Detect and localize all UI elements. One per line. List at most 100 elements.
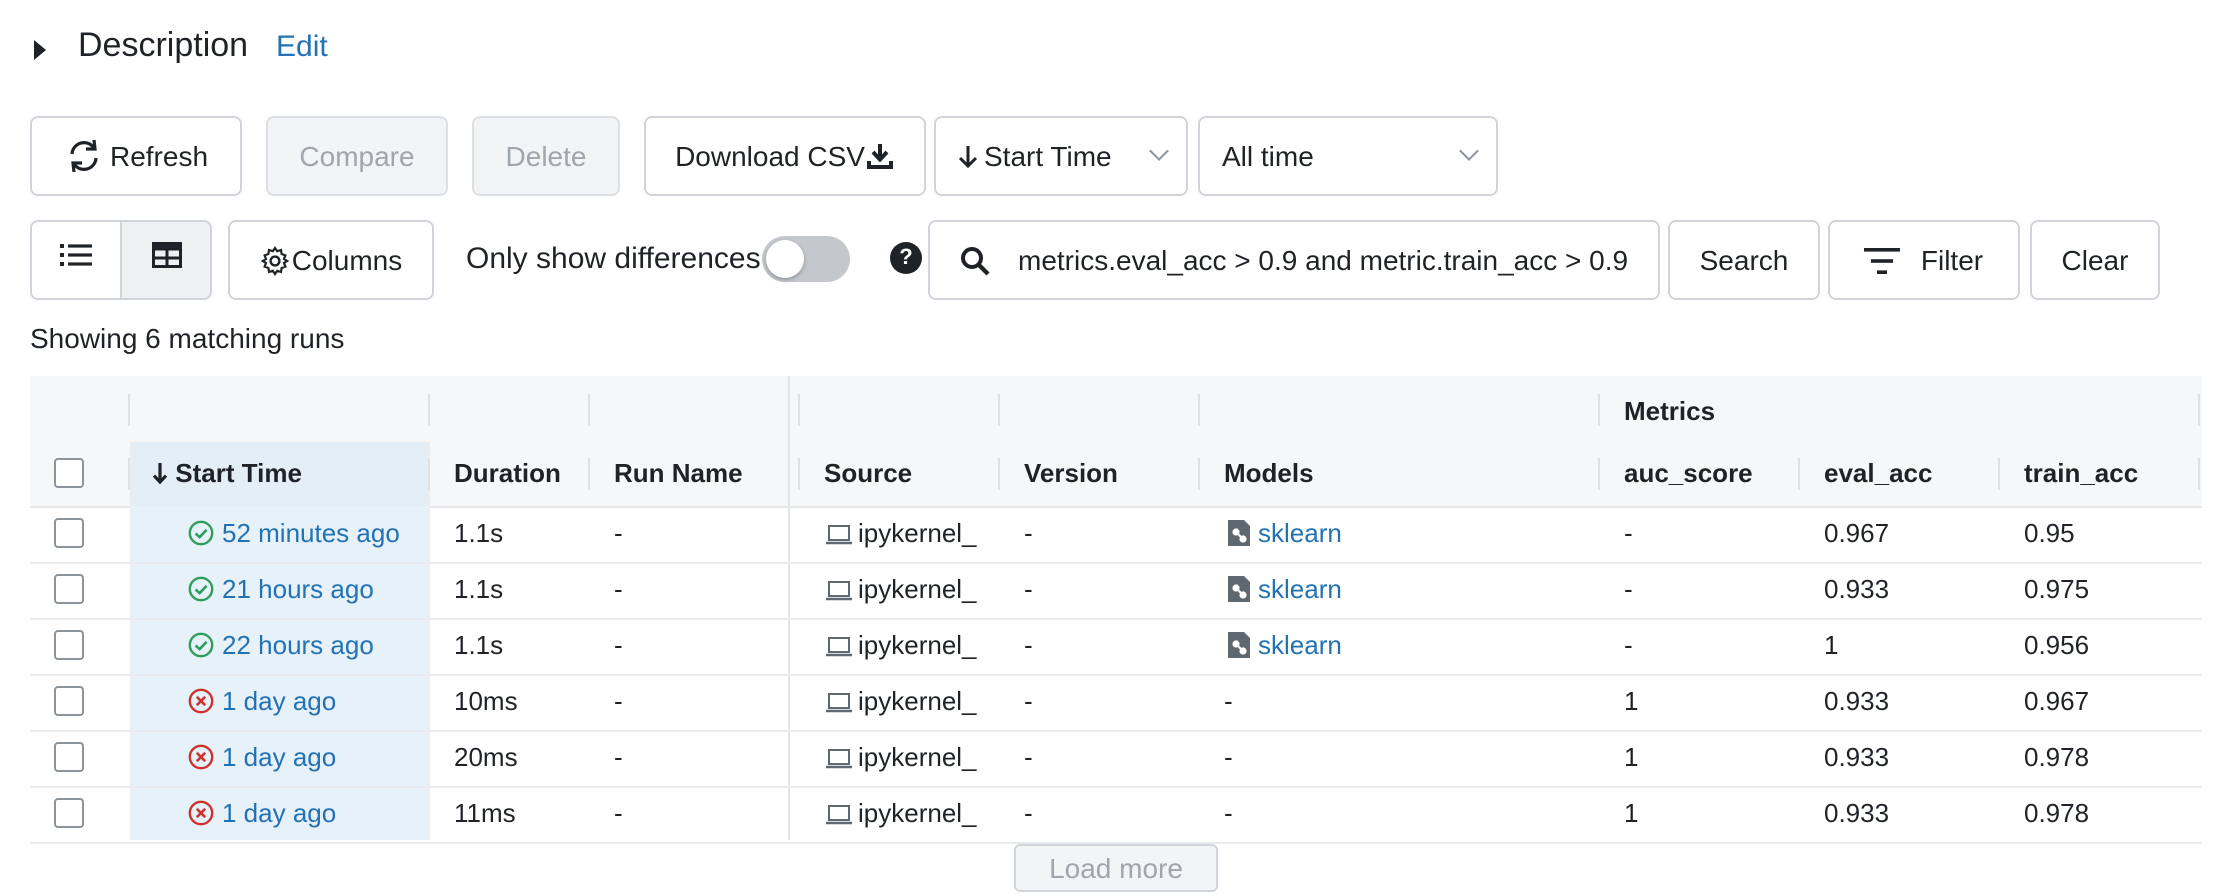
run-start-time-link[interactable]: 1 day ago bbox=[222, 798, 336, 828]
column-header-duration[interactable]: Duration bbox=[454, 458, 561, 488]
table-row[interactable]: 52 minutes ago 1.1s - ipykernel_ - sklea… bbox=[30, 506, 2202, 564]
run-source[interactable]: ipykernel_ bbox=[858, 518, 977, 548]
column-header-run-name[interactable]: Run Name bbox=[614, 458, 743, 488]
time-range-select[interactable]: All time bbox=[1198, 116, 1498, 196]
row-checkbox[interactable] bbox=[54, 798, 84, 828]
header-separator bbox=[1998, 458, 2000, 490]
metric-train-acc: 0.978 bbox=[2024, 742, 2090, 772]
header-separator bbox=[428, 394, 430, 426]
help-icon[interactable]: ? bbox=[890, 242, 922, 274]
run-name: - bbox=[614, 574, 623, 604]
header-separator bbox=[798, 458, 800, 490]
row-checkbox[interactable] bbox=[54, 518, 84, 548]
run-version: - bbox=[1024, 630, 1033, 660]
columns-button[interactable]: Columns bbox=[228, 220, 434, 300]
chevron-down-icon bbox=[1459, 141, 1479, 161]
run-start-time-link[interactable]: 21 hours ago bbox=[222, 574, 374, 604]
table-row[interactable]: 1 day ago 10ms - ipykernel_ - - 1 0.933 … bbox=[30, 674, 2202, 732]
expand-caret-icon[interactable] bbox=[34, 40, 46, 60]
run-start-time-link[interactable]: 22 hours ago bbox=[222, 630, 374, 660]
select-all-checkbox[interactable] bbox=[54, 458, 84, 488]
run-start-time-link[interactable]: 1 day ago bbox=[222, 742, 336, 772]
only-show-differences-toggle[interactable] bbox=[762, 236, 850, 282]
time-range-label: All time bbox=[1222, 140, 1314, 172]
metric-auc-score: - bbox=[1624, 518, 1633, 548]
model-icon bbox=[1228, 576, 1250, 602]
clear-button[interactable]: Clear bbox=[2030, 220, 2160, 300]
failed-status-icon bbox=[188, 744, 214, 770]
run-start-time-link[interactable]: 52 minutes ago bbox=[222, 518, 400, 548]
search-input[interactable] bbox=[1018, 244, 1658, 276]
compare-button[interactable]: Compare bbox=[266, 116, 448, 196]
download-csv-button[interactable]: Download CSV bbox=[644, 116, 926, 196]
columns-label: Columns bbox=[291, 244, 403, 276]
column-header-train-acc[interactable]: train_acc bbox=[2024, 458, 2138, 488]
refresh-button[interactable]: Refresh bbox=[30, 116, 242, 196]
header-separator bbox=[1598, 394, 1600, 426]
load-more-button[interactable]: Load more bbox=[1014, 844, 1218, 892]
run-model: - bbox=[1224, 686, 1233, 716]
run-source[interactable]: ipykernel_ bbox=[858, 686, 977, 716]
laptop-icon bbox=[826, 637, 852, 657]
filter-button[interactable]: Filter bbox=[1828, 220, 2020, 300]
toggle-knob bbox=[766, 240, 804, 278]
delete-button[interactable]: Delete bbox=[472, 116, 620, 196]
row-checkbox[interactable] bbox=[54, 630, 84, 660]
row-checkbox[interactable] bbox=[54, 686, 84, 716]
matching-runs-count: Showing 6 matching runs bbox=[30, 322, 345, 354]
table-group-header-row bbox=[30, 376, 2202, 442]
search-button[interactable]: Search bbox=[1668, 220, 1820, 300]
table-view-button[interactable] bbox=[120, 220, 212, 300]
metric-eval-acc: 0.967 bbox=[1824, 518, 1890, 548]
list-view-button[interactable] bbox=[30, 220, 122, 300]
only-show-differences-label: Only show differences bbox=[466, 242, 761, 276]
column-header-models[interactable]: Models bbox=[1224, 458, 1314, 488]
description-title: Description bbox=[78, 26, 249, 64]
run-source[interactable]: ipykernel_ bbox=[858, 630, 977, 660]
refresh-icon bbox=[64, 138, 104, 174]
column-header-version[interactable]: Version bbox=[1024, 458, 1118, 488]
run-version: - bbox=[1024, 742, 1033, 772]
filter-icon bbox=[1864, 247, 1901, 273]
row-checkbox[interactable] bbox=[54, 574, 84, 604]
run-model-link[interactable]: sklearn bbox=[1258, 630, 1342, 660]
table-row[interactable]: 22 hours ago 1.1s - ipykernel_ - sklearn… bbox=[30, 618, 2202, 676]
header-separator bbox=[588, 394, 590, 426]
run-model-link[interactable]: sklearn bbox=[1258, 574, 1342, 604]
run-model-link[interactable]: sklearn bbox=[1258, 518, 1342, 548]
metric-train-acc: 0.975 bbox=[2024, 574, 2090, 604]
header-separator bbox=[998, 458, 1000, 490]
run-duration: 1.1s bbox=[454, 518, 504, 548]
table-row[interactable]: 1 day ago 20ms - ipykernel_ - - 1 0.933 … bbox=[30, 730, 2202, 788]
column-header-source[interactable]: Source bbox=[824, 458, 912, 488]
run-name: - bbox=[614, 518, 623, 548]
table-row[interactable]: 21 hours ago 1.1s - ipykernel_ - sklearn… bbox=[30, 562, 2202, 620]
edit-description-link[interactable]: Edit bbox=[276, 30, 328, 64]
column-header-auc-score[interactable]: auc_score bbox=[1624, 458, 1753, 488]
metric-auc-score: 1 bbox=[1624, 742, 1639, 772]
column-header-start-time[interactable]: Start Time bbox=[152, 458, 302, 488]
header-separator bbox=[798, 394, 800, 426]
run-source[interactable]: ipykernel_ bbox=[858, 798, 977, 828]
run-source[interactable]: ipykernel_ bbox=[858, 574, 977, 604]
run-name: - bbox=[614, 742, 623, 772]
run-source[interactable]: ipykernel_ bbox=[858, 742, 977, 772]
search-box bbox=[928, 220, 1660, 300]
sort-arrow-icon bbox=[152, 458, 175, 488]
run-start-time-link[interactable]: 1 day ago bbox=[222, 686, 336, 716]
run-version: - bbox=[1024, 574, 1033, 604]
header-separator bbox=[128, 394, 130, 426]
run-duration: 11ms bbox=[454, 798, 516, 828]
gear-icon bbox=[260, 245, 290, 275]
column-header-eval-acc[interactable]: eval_acc bbox=[1824, 458, 1932, 488]
table-row[interactable]: 1 day ago 11ms - ipykernel_ - - 1 0.933 … bbox=[30, 786, 2202, 844]
metric-auc-score: - bbox=[1624, 630, 1633, 660]
row-checkbox[interactable] bbox=[54, 742, 84, 772]
column-header-start-time-label: Start Time bbox=[175, 458, 302, 488]
success-status-icon bbox=[188, 576, 214, 602]
header-separator bbox=[1598, 458, 1600, 490]
model-icon bbox=[1228, 632, 1250, 658]
sort-select[interactable]: Start Time bbox=[934, 116, 1188, 196]
metric-auc-score: 1 bbox=[1624, 798, 1639, 828]
refresh-label: Refresh bbox=[109, 140, 209, 172]
